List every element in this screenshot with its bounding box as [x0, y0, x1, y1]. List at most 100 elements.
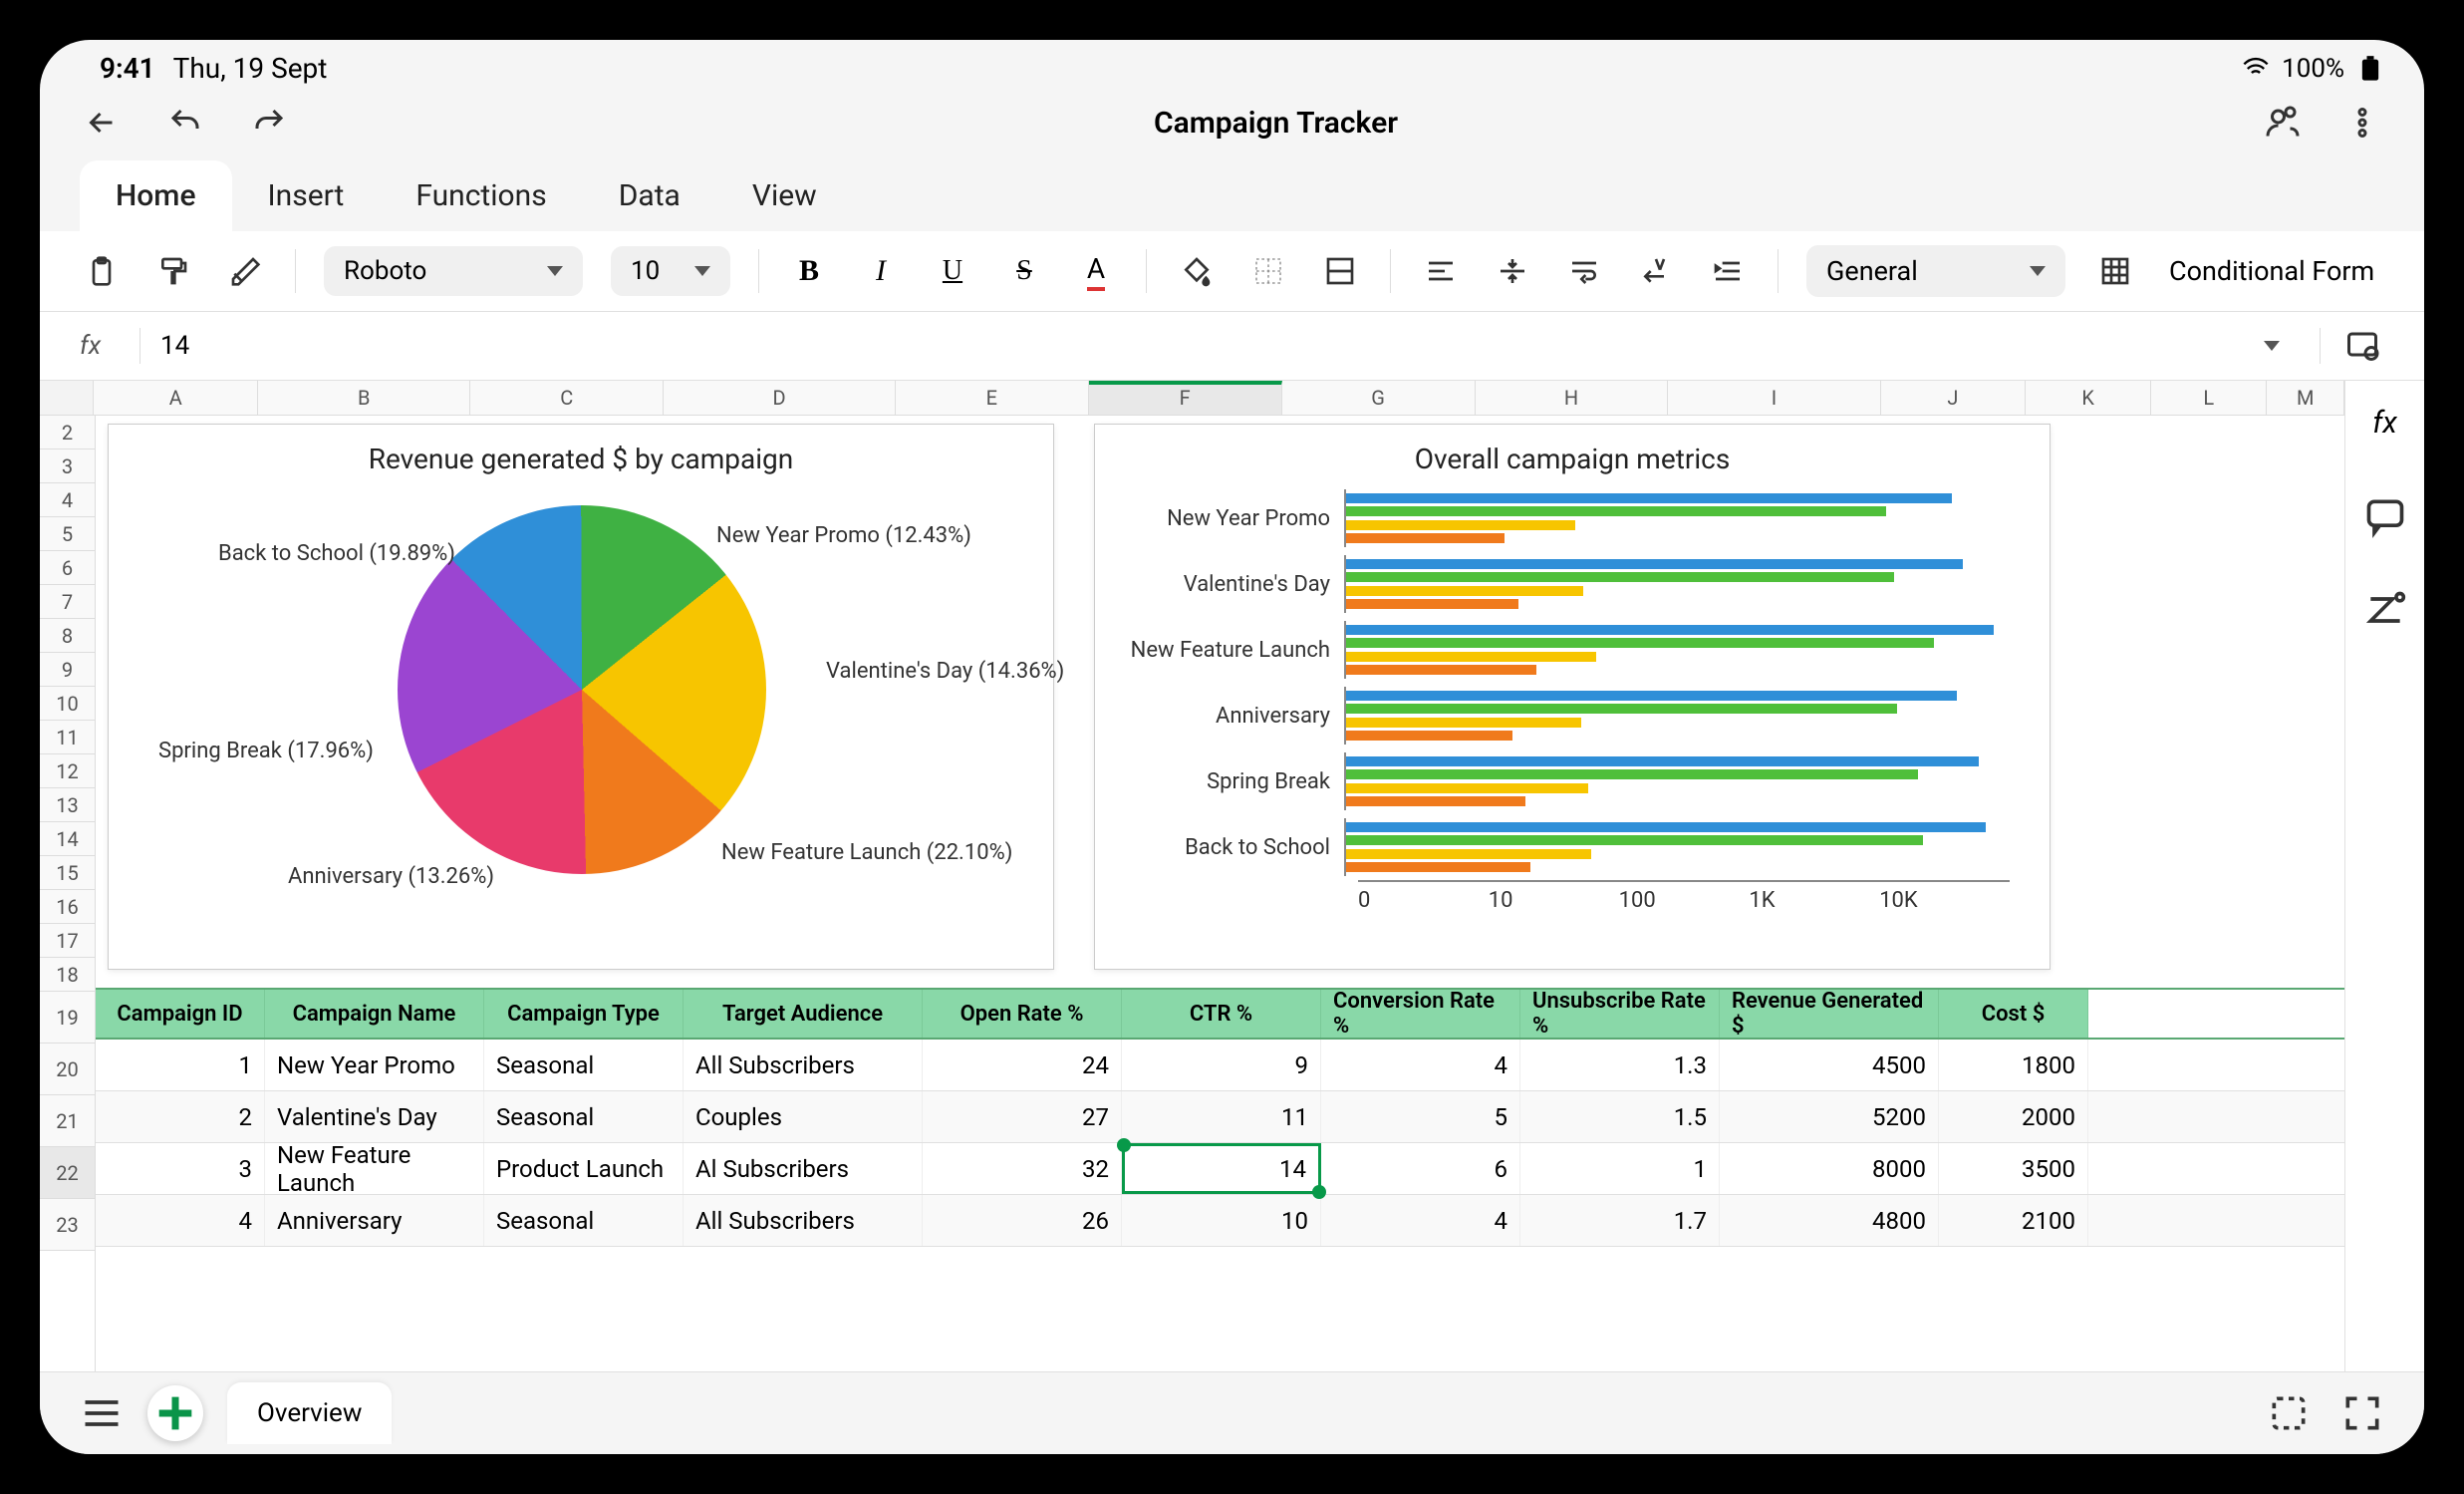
row-header[interactable]: 16 — [40, 890, 95, 924]
table-cell[interactable]: New Year Promo — [265, 1040, 484, 1090]
row-header[interactable]: 19 — [40, 992, 95, 1044]
table-cell[interactable]: 5 — [1321, 1091, 1520, 1142]
column-header[interactable]: A — [94, 381, 258, 415]
column-header[interactable]: F — [1089, 381, 1282, 415]
comments-button[interactable] — [2363, 494, 2407, 538]
table-cell[interactable]: 5200 — [1720, 1091, 1939, 1142]
formula-input[interactable]: 14 — [160, 331, 2244, 361]
row-header[interactable]: 21 — [40, 1095, 95, 1147]
insert-function-button[interactable]: fx — [2363, 401, 2407, 445]
row-header[interactable]: 15 — [40, 856, 95, 890]
bold-button[interactable]: B — [787, 249, 831, 293]
text-wrap-button[interactable] — [1562, 249, 1606, 293]
zia-ai-button[interactable] — [2363, 588, 2407, 632]
menu-tab-insert[interactable]: Insert — [232, 160, 381, 231]
table-cell[interactable]: 9 — [1122, 1040, 1321, 1090]
table-cell[interactable]: 26 — [923, 1195, 1122, 1246]
table-header-cell[interactable]: Campaign ID — [96, 990, 265, 1038]
menu-tab-view[interactable]: View — [716, 160, 853, 231]
text-rotation-button[interactable] — [1634, 249, 1678, 293]
clear-format-button[interactable] — [223, 249, 267, 293]
row-header[interactable]: 12 — [40, 754, 95, 788]
table-cell[interactable]: 3 — [96, 1143, 265, 1194]
table-cell[interactable]: 14 — [1122, 1143, 1321, 1194]
table-cell[interactable]: 11 — [1122, 1091, 1321, 1142]
column-header[interactable]: M — [2267, 381, 2344, 415]
table-header-cell[interactable]: Conversion Rate % — [1321, 990, 1520, 1038]
row-header[interactable]: 2 — [40, 416, 95, 449]
table-cell[interactable]: 4500 — [1720, 1040, 1939, 1090]
row-header[interactable]: 3 — [40, 449, 95, 483]
table-cell[interactable]: All Subscribers — [684, 1195, 923, 1246]
table-cell[interactable]: 4800 — [1720, 1195, 1939, 1246]
fullscreen-button[interactable] — [2340, 1391, 2384, 1435]
row-header[interactable]: 7 — [40, 585, 95, 619]
pie-chart[interactable]: Revenue generated $ by campaign New Year… — [108, 424, 1054, 970]
table-cell[interactable]: 24 — [923, 1040, 1122, 1090]
table-cell[interactable]: New Feature Launch — [265, 1143, 484, 1194]
redo-button[interactable] — [247, 101, 291, 145]
table-cell[interactable]: All Subscribers — [684, 1040, 923, 1090]
table-cell[interactable]: Couples — [684, 1091, 923, 1142]
table-cell[interactable]: 8000 — [1720, 1143, 1939, 1194]
table-cell[interactable]: 10 — [1122, 1195, 1321, 1246]
row-header[interactable]: 9 — [40, 653, 95, 687]
table-cell[interactable]: 32 — [923, 1143, 1122, 1194]
font-size-dropdown[interactable]: 10 — [611, 246, 730, 296]
sheet-cells[interactable]: Revenue generated $ by campaign New Year… — [96, 416, 2344, 1371]
table-cell[interactable]: 6 — [1321, 1143, 1520, 1194]
row-header[interactable]: 10 — [40, 687, 95, 721]
row-header[interactable]: 8 — [40, 619, 95, 653]
align-middle-button[interactable] — [1491, 249, 1534, 293]
table-cell[interactable]: 2 — [96, 1091, 265, 1142]
table-cell[interactable]: 4 — [96, 1195, 265, 1246]
table-header-cell[interactable]: Campaign Name — [265, 990, 484, 1038]
table-cell[interactable]: 4 — [1321, 1040, 1520, 1090]
table-header-cell[interactable]: Open Rate % — [923, 990, 1122, 1038]
table-cell[interactable]: 1 — [1520, 1143, 1720, 1194]
table-cell[interactable]: 1.7 — [1520, 1195, 1720, 1246]
row-header[interactable]: 14 — [40, 822, 95, 856]
italic-button[interactable]: I — [859, 249, 903, 293]
table-cell[interactable]: 1 — [96, 1040, 265, 1090]
font-family-dropdown[interactable]: Roboto — [324, 246, 583, 296]
add-sheet-button[interactable] — [147, 1385, 203, 1441]
row-header[interactable]: 6 — [40, 551, 95, 585]
table-cell[interactable]: 1800 — [1939, 1040, 2088, 1090]
undo-button[interactable] — [163, 101, 207, 145]
sheet-tab-overview[interactable]: Overview — [227, 1382, 392, 1444]
table-cell[interactable]: Valentine's Day — [265, 1091, 484, 1142]
table-cell[interactable]: 2000 — [1939, 1091, 2088, 1142]
share-button[interactable] — [2261, 101, 2305, 145]
font-color-button[interactable]: A — [1074, 249, 1118, 293]
column-header[interactable]: H — [1476, 381, 1669, 415]
table-cell[interactable]: 2100 — [1939, 1195, 2088, 1246]
strikethrough-button[interactable]: S — [1002, 249, 1046, 293]
select-all-corner[interactable] — [40, 381, 94, 415]
column-header[interactable]: E — [896, 381, 1089, 415]
row-header[interactable]: 23 — [40, 1199, 95, 1251]
more-menu-button[interactable] — [2340, 101, 2384, 145]
row-header[interactable]: 17 — [40, 924, 95, 958]
row-header[interactable]: 13 — [40, 788, 95, 822]
row-header[interactable]: 11 — [40, 721, 95, 754]
bar-chart[interactable]: Overall campaign metrics New Year PromoV… — [1094, 424, 2051, 970]
table-cell[interactable]: Seasonal — [484, 1091, 684, 1142]
insert-table-button[interactable] — [2093, 249, 2137, 293]
menu-tab-functions[interactable]: Functions — [380, 160, 582, 231]
table-header-cell[interactable]: Campaign Type — [484, 990, 684, 1038]
table-cell[interactable]: 27 — [923, 1091, 1122, 1142]
merge-cells-button[interactable] — [1318, 249, 1362, 293]
align-left-button[interactable] — [1419, 249, 1463, 293]
column-header[interactable]: K — [2026, 381, 2151, 415]
table-cell[interactable]: Seasonal — [484, 1040, 684, 1090]
table-cell[interactable]: 4 — [1321, 1195, 1520, 1246]
column-header[interactable]: L — [2151, 381, 2267, 415]
paste-button[interactable] — [80, 249, 124, 293]
all-sheets-button[interactable] — [80, 1391, 124, 1435]
column-header[interactable]: I — [1668, 381, 1880, 415]
table-cell[interactable]: Seasonal — [484, 1195, 684, 1246]
row-header[interactable]: 18 — [40, 958, 95, 992]
table-header-cell[interactable]: Revenue Generated $ — [1720, 990, 1939, 1038]
table-cell[interactable]: 1.5 — [1520, 1091, 1720, 1142]
